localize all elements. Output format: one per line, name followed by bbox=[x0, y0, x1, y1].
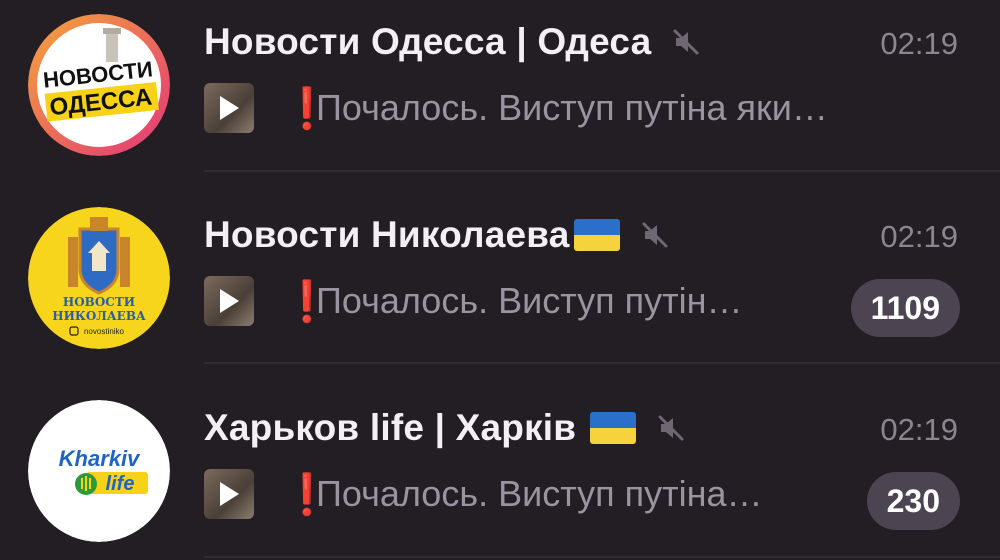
video-thumbnail bbox=[204, 83, 254, 133]
message-preview-line: ❗ Почалось. Виступ путін… bbox=[204, 275, 742, 327]
exclamation-icon: ❗ bbox=[282, 472, 332, 517]
video-thumbnail bbox=[204, 469, 254, 519]
speaker-muted-icon bbox=[640, 220, 670, 250]
avatar-novosti-nikolaeva-handle: novostiniko bbox=[84, 327, 125, 336]
avatar-novosti-nikolaeva-line2: НИКОЛАЕВА bbox=[52, 309, 146, 323]
ukraine-flag-icon bbox=[590, 412, 637, 444]
avatar-novosti-odessa: НОВОСТИ ОДЕССА bbox=[28, 14, 170, 156]
video-play-icon bbox=[220, 482, 239, 506]
chat-item-kharkov-life[interactable]: Kharkiv life Харьков life | Харків 02:19 bbox=[0, 386, 1000, 560]
message-preview-line: ❗ Почалось. Виступ путіна яки… bbox=[204, 82, 828, 134]
ukraine-flag-icon bbox=[573, 219, 620, 251]
message-preview: Почалось. Виступ путіна яки… bbox=[316, 87, 828, 128]
title-line: Харьков life | Харків bbox=[204, 404, 686, 452]
divider bbox=[204, 170, 1000, 172]
divider bbox=[204, 556, 1000, 558]
unread-count-badge: 230 bbox=[866, 472, 960, 530]
speaker-muted-icon bbox=[656, 413, 686, 443]
avatar-novosti-nikolaeva: НОВОСТИ НИКОЛАЕВА novostiniko bbox=[28, 207, 170, 349]
divider bbox=[204, 362, 1000, 364]
title-line: Новости Николаева bbox=[204, 211, 670, 259]
message-preview-line: ❗ Почалось. Виступ путіна… bbox=[204, 468, 762, 520]
avatar-novosti-nikolaeva-line1: НОВОСТИ bbox=[63, 295, 135, 309]
chat-title: Новости Одесса | Одеса bbox=[204, 21, 652, 62]
exclamation-icon: ❗ bbox=[282, 86, 332, 131]
title-line: Новости Одесса | Одеса bbox=[204, 18, 701, 66]
unread-count-badge: 1109 bbox=[850, 279, 960, 337]
timestamp: 02:19 bbox=[880, 26, 958, 61]
timestamp: 02:19 bbox=[880, 412, 958, 447]
chat-item-novosti-odessa[interactable]: НОВОСТИ ОДЕССА Новости Одесса | Одеса 02… bbox=[0, 0, 1000, 192]
message-preview: Почалось. Виступ путіна… bbox=[316, 473, 763, 514]
speaker-muted-icon bbox=[671, 27, 701, 57]
message-preview: Почалось. Виступ путін… bbox=[316, 280, 743, 321]
chat-item-novosti-nikolaeva[interactable]: НОВОСТИ НИКОЛАЕВА novostiniko Новости Ни… bbox=[0, 193, 1000, 385]
chat-list: НОВОСТИ ОДЕССА Новости Одесса | Одеса 02… bbox=[0, 0, 1000, 560]
exclamation-icon: ❗ bbox=[282, 279, 332, 324]
timestamp: 02:19 bbox=[880, 219, 958, 254]
chat-title: Новости Николаева bbox=[204, 214, 570, 255]
chat-title: Харьков life | Харків bbox=[204, 407, 577, 448]
video-play-icon bbox=[220, 96, 239, 120]
avatar-kharkiv-life: Kharkiv life bbox=[28, 400, 170, 542]
video-thumbnail bbox=[204, 276, 254, 326]
avatar-kharkiv-life-line2: life bbox=[106, 473, 135, 495]
avatar-kharkiv-life-line1: Kharkiv bbox=[59, 446, 141, 471]
video-play-icon bbox=[220, 289, 239, 313]
